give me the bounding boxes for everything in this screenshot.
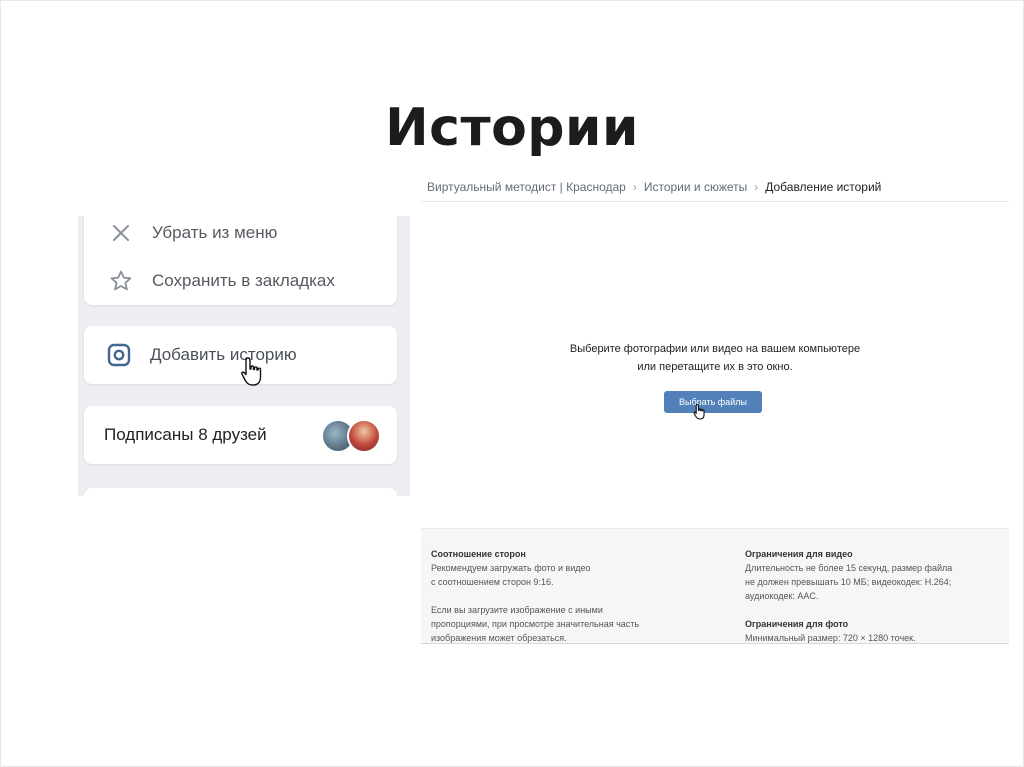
info-heading: Соотношение сторон (431, 549, 526, 559)
friend-avatars[interactable] (321, 419, 383, 453)
choose-files-button[interactable]: Выбрать файлы (664, 391, 762, 413)
info-text: аудиокодек: AAC. (745, 591, 819, 601)
menu-item-label: Убрать из меню (152, 223, 278, 242)
slide-title: Истории (385, 98, 639, 158)
info-heading: Ограничения для фото (745, 619, 849, 629)
info-text: пропорциями, при просмотре значительная … (431, 619, 640, 629)
upload-line: Выберите фотографии или видео на вашем к… (569, 343, 861, 355)
friends-subscribed-card[interactable]: Подписаны 8 друзей (84, 406, 397, 464)
hand-cursor-icon (693, 403, 707, 426)
menu-item-label: Сохранить в закладках (152, 271, 335, 290)
hand-cursor-icon (240, 356, 266, 393)
breadcrumb-item[interactable]: Истории и сюжеты (644, 180, 747, 194)
upload-instructions: Выберите фотографии или видео на вашем к… (421, 340, 1009, 376)
menu-item-remove[interactable]: Убрать из меню (108, 220, 277, 246)
close-icon (108, 220, 134, 246)
story-upload-screenshot: Виртуальный методист | Краснодар › Истор… (421, 170, 1009, 646)
next-card (84, 488, 397, 496)
star-icon (108, 268, 134, 294)
chevron-right-icon: › (632, 179, 637, 194)
upload-requirements: Соотношение сторон Рекомендуем загружать… (421, 528, 1009, 644)
info-text: Минимальный размер: 720 × 1280 точек. (745, 633, 916, 643)
info-text: с соотношением сторон 9:16. (431, 577, 554, 587)
info-text: не должен превышать 10 МБ; видеокодек: H… (745, 577, 952, 587)
sidebar-screenshot: Убрать из меню Сохранить в закладках Доб… (78, 216, 410, 496)
story-icon (106, 342, 132, 368)
media-limits-info: Ограничения для видео Длительность не бо… (745, 547, 985, 645)
breadcrumb-current: Добавление историй (765, 179, 882, 194)
avatar[interactable] (347, 419, 381, 453)
add-story-button[interactable]: Добавить историю (106, 342, 297, 368)
info-heading: Ограничения для видео (745, 549, 853, 559)
friends-count-label: Подписаны 8 друзей (104, 425, 267, 444)
context-menu-card: Убрать из меню Сохранить в закладках (84, 216, 397, 305)
info-text: изображения может обрезаться. (431, 633, 567, 643)
add-story-label: Добавить историю (150, 345, 297, 364)
breadcrumb-item[interactable]: Виртуальный методист | Краснодар (427, 180, 626, 194)
info-text: Если вы загрузите изображение с иными (431, 605, 603, 615)
upload-line: или перетащите их в это окно. (637, 361, 793, 373)
breadcrumb: Виртуальный методист | Краснодар › Истор… (421, 172, 1009, 202)
chevron-right-icon: › (754, 179, 759, 194)
info-text: Длительность не более 15 секунд, размер … (745, 563, 953, 573)
menu-item-bookmark[interactable]: Сохранить в закладках (108, 268, 335, 294)
aspect-ratio-info: Соотношение сторон Рекомендуем загружать… (431, 547, 671, 645)
info-text: Рекомендуем загружать фото и видео (431, 563, 591, 573)
